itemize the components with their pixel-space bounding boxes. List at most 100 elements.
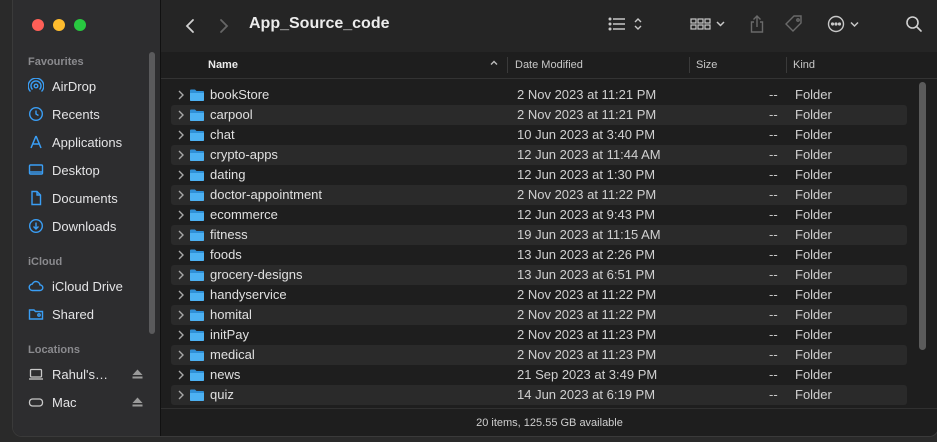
zoom-button[interactable] <box>74 19 86 31</box>
file-date-modified: 2 Nov 2023 at 11:22 PM <box>517 307 657 322</box>
disk-icon <box>28 394 44 410</box>
disclosure-chevron-icon[interactable] <box>177 109 185 124</box>
file-size: -- <box>769 287 778 302</box>
sidebar-item-applications[interactable]: Applications <box>28 130 153 154</box>
file-name: bookStore <box>210 87 270 102</box>
table-row[interactable]: handyservice 2 Nov 2023 at 11:22 PM -- Fold… <box>171 285 907 305</box>
file-size: -- <box>769 347 778 362</box>
table-row[interactable]: crypto-apps 12 Jun 2023 at 11:44 AM -- Fold… <box>171 145 907 165</box>
column-divider[interactable] <box>786 57 787 73</box>
eject-icon[interactable] <box>132 367 143 382</box>
table-row[interactable]: homital 2 Nov 2023 at 11:22 PM -- Folder <box>171 305 907 325</box>
table-row[interactable]: news 21 Sep 2023 at 3:49 PM -- Folder <box>171 365 907 385</box>
table-row[interactable]: initPay 2 Nov 2023 at 11:23 PM -- Folder <box>171 325 907 345</box>
sidebar-scrollbar[interactable] <box>149 52 155 334</box>
disclosure-chevron-icon[interactable] <box>177 289 185 304</box>
table-row[interactable]: quiz 14 Jun 2023 at 6:19 PM -- Folder <box>171 385 907 405</box>
column-divider[interactable] <box>507 57 508 73</box>
file-size: -- <box>769 207 778 222</box>
file-date-modified: 10 Jun 2023 at 3:40 PM <box>517 127 656 142</box>
disclosure-chevron-icon[interactable] <box>177 229 185 244</box>
table-row[interactable]: carpool 2 Nov 2023 at 11:21 PM -- Folder <box>171 105 907 125</box>
disclosure-chevron-icon[interactable] <box>177 369 185 384</box>
folder-icon <box>189 108 205 125</box>
table-row[interactable]: grocery-designs 13 Jun 2023 at 6:51 PM -- F… <box>171 265 907 285</box>
disclosure-chevron-icon[interactable] <box>177 169 185 184</box>
disclosure-chevron-icon[interactable] <box>177 349 185 364</box>
sort-ascending-icon[interactable] <box>489 57 499 72</box>
file-kind: Folder <box>795 347 832 362</box>
sidebar-item-label: iCloud Drive <box>52 278 123 294</box>
file-size: -- <box>769 367 778 382</box>
sidebar-item-documents[interactable]: Documents <box>28 186 153 210</box>
table-row[interactable]: fitness 19 Jun 2023 at 11:15 AM -- Folder <box>171 225 907 245</box>
minimize-button[interactable] <box>53 19 65 31</box>
airdrop-icon <box>28 78 44 94</box>
file-size: -- <box>769 267 778 282</box>
file-name: dating <box>210 167 246 182</box>
file-name: chat <box>210 127 235 142</box>
table-row[interactable]: ecommerce 12 Jun 2023 at 9:43 PM -- Folder <box>171 205 907 225</box>
file-kind: Folder <box>795 307 832 322</box>
sidebar-item-airdrop[interactable]: AirDrop <box>28 74 153 98</box>
sidebar-item-label: Shared <box>52 306 94 322</box>
file-list-scrollbar[interactable] <box>919 82 926 350</box>
file-date-modified: 2 Nov 2023 at 11:23 PM <box>517 347 657 362</box>
sidebar-item-rahuls-mac[interactable]: Rahul's… <box>28 362 153 386</box>
sidebar-item-shared[interactable]: Shared <box>28 302 153 326</box>
column-name[interactable]: Name <box>208 59 238 71</box>
file-name: crypto-apps <box>210 147 278 162</box>
file-date-modified: 2 Nov 2023 at 11:21 PM <box>517 87 657 102</box>
file-date-modified: 12 Jun 2023 at 1:30 PM <box>517 167 656 182</box>
disclosure-chevron-icon[interactable] <box>177 149 185 164</box>
table-row[interactable]: dating 12 Jun 2023 at 1:30 PM -- Folder <box>171 165 907 185</box>
disclosure-chevron-icon[interactable] <box>177 269 185 284</box>
more-actions-button[interactable] <box>825 14 865 38</box>
laptop-icon <box>28 366 44 382</box>
sidebar-item-desktop[interactable]: Desktop <box>28 158 153 182</box>
share-button[interactable] <box>746 14 768 38</box>
eject-icon[interactable] <box>132 395 143 410</box>
folder-icon <box>189 308 205 325</box>
cloud-icon <box>28 278 44 294</box>
tag-icon <box>784 14 804 39</box>
file-kind: Folder <box>795 107 832 122</box>
ellipsis-circle-icon <box>827 15 863 38</box>
folder-icon <box>189 348 205 365</box>
column-size[interactable]: Size <box>696 59 717 71</box>
close-button[interactable] <box>32 19 44 31</box>
search-button[interactable] <box>903 14 925 38</box>
list-view-button[interactable] <box>606 14 646 38</box>
disclosure-chevron-icon[interactable] <box>177 189 185 204</box>
file-name: handyservice <box>210 287 287 302</box>
back-button[interactable] <box>179 14 201 38</box>
folder-icon <box>189 248 205 265</box>
sidebar-item-icloud-drive[interactable]: iCloud Drive <box>28 274 153 298</box>
file-kind: Folder <box>795 187 832 202</box>
sidebar-item-mac[interactable]: Mac <box>28 390 153 414</box>
file-kind: Folder <box>795 127 832 142</box>
disclosure-chevron-icon[interactable] <box>177 309 185 324</box>
disclosure-chevron-icon[interactable] <box>177 129 185 144</box>
disclosure-chevron-icon[interactable] <box>177 89 185 104</box>
list-icon <box>608 16 644 37</box>
forward-button[interactable] <box>213 14 235 38</box>
applications-icon <box>28 134 44 150</box>
table-row[interactable]: foods 13 Jun 2023 at 2:26 PM -- Folder <box>171 245 907 265</box>
sidebar-item-downloads[interactable]: Downloads <box>28 214 153 238</box>
table-row[interactable]: medical 2 Nov 2023 at 11:23 PM -- Folder <box>171 345 907 365</box>
table-row[interactable]: bookStore 2 Nov 2023 at 11:21 PM -- Folder <box>171 85 907 105</box>
disclosure-chevron-icon[interactable] <box>177 209 185 224</box>
group-button[interactable] <box>689 14 729 38</box>
column-divider[interactable] <box>689 57 690 73</box>
column-kind[interactable]: Kind <box>793 59 815 71</box>
column-date-modified[interactable]: Date Modified <box>515 59 583 71</box>
disclosure-chevron-icon[interactable] <box>177 249 185 264</box>
table-row[interactable]: doctor-appointment 2 Nov 2023 at 11:22 PM… <box>171 185 907 205</box>
tag-button[interactable] <box>783 14 805 38</box>
sidebar-item-label: Mac <box>52 394 77 410</box>
disclosure-chevron-icon[interactable] <box>177 329 185 344</box>
table-row[interactable]: chat 10 Jun 2023 at 3:40 PM -- Folder <box>171 125 907 145</box>
disclosure-chevron-icon[interactable] <box>177 389 185 404</box>
sidebar-item-recents[interactable]: Recents <box>28 102 153 126</box>
